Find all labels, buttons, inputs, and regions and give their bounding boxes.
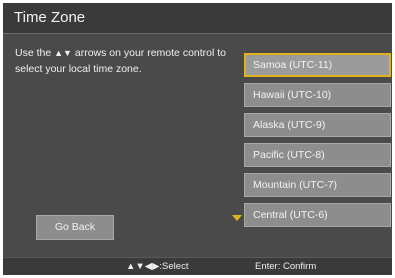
- footer-bar: ▲▼◀▶:Select Enter: Confirm: [3, 257, 392, 275]
- time-zone-option-central[interactable]: Central (UTC-6): [244, 203, 391, 227]
- enter-confirm-hint: Enter: Confirm: [255, 261, 317, 272]
- header-bar: Time Zone: [3, 3, 392, 33]
- time-zone-option-mountain[interactable]: Mountain (UTC-7): [244, 173, 391, 197]
- time-zone-option-hawaii[interactable]: Hawaii (UTC-10): [244, 83, 391, 107]
- page-title: Time Zone: [14, 9, 86, 26]
- time-zone-option-samoa[interactable]: Samoa (UTC-11): [244, 53, 391, 77]
- time-zone-option-pacific[interactable]: Pacific (UTC-8): [244, 143, 391, 167]
- header-divider: [3, 33, 392, 34]
- select-hint: ▲▼◀▶:Select: [126, 261, 189, 272]
- instruction-before: Use the: [15, 47, 55, 59]
- up-down-arrows-icon: ▲▼: [54, 48, 72, 58]
- time-zone-option-alaska[interactable]: Alaska (UTC-9): [244, 113, 391, 137]
- instruction-text: Use the ▲▼ arrows on your remote control…: [15, 45, 230, 77]
- scroll-down-arrow-icon[interactable]: [232, 215, 242, 221]
- go-back-button[interactable]: Go Back: [36, 215, 114, 240]
- time-zone-screen: Time Zone Use the ▲▼ arrows on your remo…: [3, 3, 392, 275]
